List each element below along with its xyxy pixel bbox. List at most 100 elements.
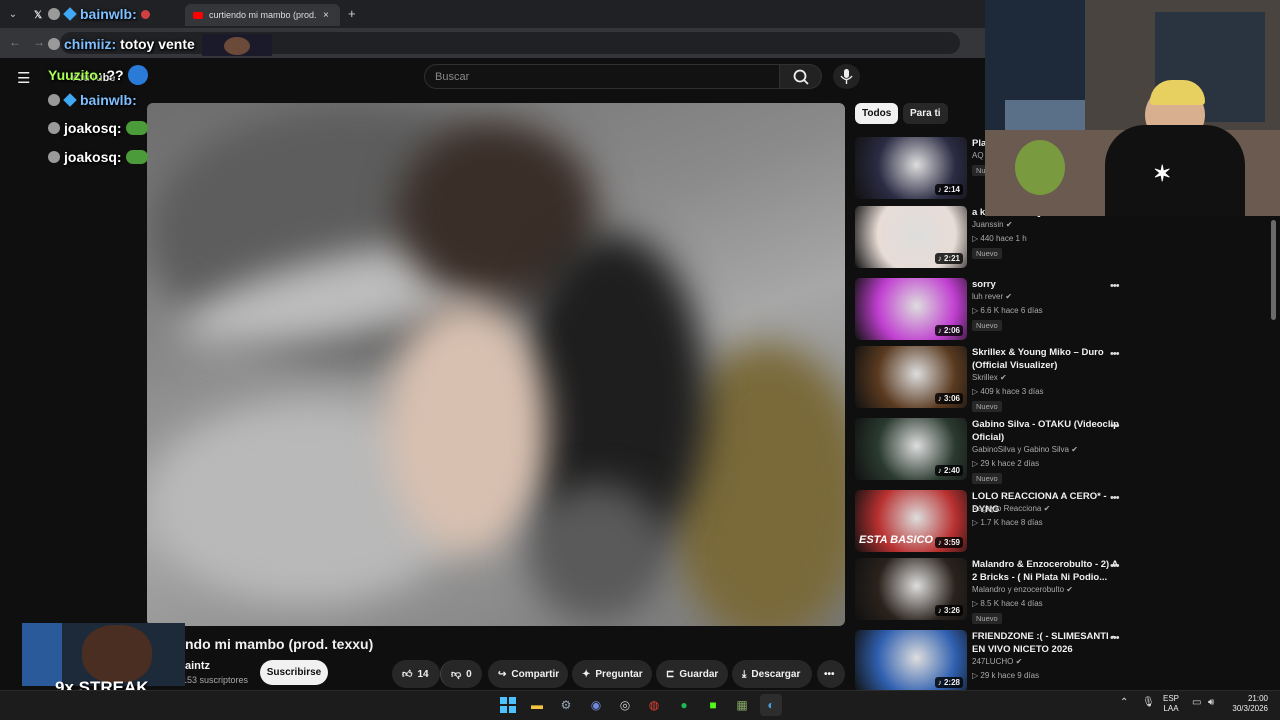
more-vertical-icon[interactable]: ••• <box>1110 492 1120 504</box>
video-thumbnail[interactable]: ♪ 3:06 <box>855 346 967 408</box>
chip-para-ti[interactable]: Para ti <box>903 103 948 124</box>
video-thumbnail[interactable]: ♪ 2:06 <box>855 278 967 340</box>
recommendation-item[interactable]: ESTA BASICO ♪ 3:59 LOLO REACCIONA A CERO… <box>855 490 1145 554</box>
save-button[interactable]: ⊏ Guardar <box>656 660 728 688</box>
start-icon[interactable] <box>497 694 519 716</box>
dislike-button[interactable]: 👎︎ 0 <box>440 660 482 688</box>
video-title: ndo mi mambo (prod. texxu) <box>185 636 374 652</box>
video-thumbnail[interactable]: ♪ 2:21 <box>855 206 967 268</box>
video-thumbnail[interactable]: ♪ 2:14 <box>855 137 967 199</box>
recommendation-meta: ▷ 1.7 K hace 8 días <box>972 518 1043 527</box>
clock[interactable]: 21:00 30/3/2026 <box>1228 694 1268 714</box>
recommendation-channel[interactable]: Juanssin ✔ <box>972 220 1013 229</box>
tab-youtube-video[interactable]: curtiendo mi mambo (prod. tex × <box>185 4 340 26</box>
pepe-emote-icon <box>125 121 148 135</box>
recommendation-title[interactable]: sorry <box>972 278 1124 291</box>
recommendation-item[interactable]: ♪ 2:40 Gabino Silva - OTAKU (Videoclip O… <box>855 418 1145 484</box>
kick-icon[interactable]: ■ <box>702 694 724 716</box>
steam-icon[interactable]: ⚙ <box>555 694 577 716</box>
sidebar-scrollbar[interactable] <box>1271 220 1276 320</box>
download-button[interactable]: ⤓ Descargar <box>732 660 812 688</box>
recommendation-channel[interactable]: 247LUCHO ✔ <box>972 657 1022 666</box>
chat-message: joakosq: <box>48 149 148 165</box>
cube-badge-icon <box>63 7 77 21</box>
new-badge: Nuevo <box>972 320 1002 331</box>
chip-todos[interactable]: Todos <box>855 103 899 124</box>
duration-badge: ♪ 2:21 <box>934 253 963 264</box>
forward-arrow-icon[interactable]: → <box>33 35 45 49</box>
share-button[interactable]: ↪ Compartir <box>488 660 568 688</box>
duration-badge: ♪ 3:26 <box>934 605 963 616</box>
video-thumbnail[interactable]: ♪ 2:28 <box>855 630 967 692</box>
discord-icon[interactable]: ◉ <box>585 694 607 716</box>
more-vertical-icon[interactable]: ••• <box>1110 280 1120 292</box>
recommendation-item[interactable]: ♪ 3:06 Skrillex & Young Miko – Duro (Off… <box>855 346 1145 412</box>
badge-icon <box>48 94 60 106</box>
more-horizontal-icon: ••• <box>824 668 835 680</box>
bookmark-icon: ⊏ <box>666 668 675 680</box>
subscribe-button[interactable]: Suscribirse <box>260 660 328 685</box>
more-vertical-icon[interactable]: ••• <box>1110 560 1120 572</box>
url-field[interactable] <box>60 32 960 54</box>
video-thumbnail[interactable]: ♪ 3:26 <box>855 558 967 620</box>
thumbs-up-icon: 👍︎ <box>402 669 413 680</box>
badge-icon <box>48 122 60 134</box>
chat-message: chimiiz: totoy vente <box>48 36 195 52</box>
recommendation-channel[interactable]: Rageylo Reacciona ✔ <box>972 504 1050 513</box>
video-thumbnail[interactable]: ESTA BASICO ♪ 3:59 <box>855 490 967 552</box>
more-vertical-icon[interactable]: ••• <box>1110 632 1120 644</box>
verified-icon: ✔ <box>1071 445 1078 454</box>
minecraft-icon[interactable]: ▦ <box>731 694 753 716</box>
voice-search-button[interactable] <box>833 64 860 89</box>
recommendation-item[interactable]: ♪ 2:06 sorry luh rever ✔ ▷ 6.6 K hace 6 … <box>855 278 1145 342</box>
x-logo-icon: 𝕏 <box>34 9 43 21</box>
microphone-tray-icon[interactable]: 🎙︎ <box>1142 697 1155 708</box>
new-tab-button[interactable]: + <box>348 6 356 21</box>
tab-title: curtiendo mi mambo (prod. tex <box>209 10 317 20</box>
windows-taskbar <box>0 690 1280 720</box>
recommendation-channel[interactable]: GabinoSilva y Gabino Silva ✔ <box>972 445 1078 454</box>
search-input[interactable]: Buscar <box>424 64 780 89</box>
globe-icon <box>127 65 148 85</box>
obs-icon[interactable]: ◎ <box>614 694 636 716</box>
recommendation-title[interactable]: Gabino Silva - OTAKU (Videoclip Oficial) <box>972 418 1124 444</box>
channel-name[interactable]: aintz <box>185 660 210 672</box>
video-player[interactable] <box>147 103 845 626</box>
browser-app-icon[interactable]: ◐ <box>760 694 782 716</box>
verified-icon: ✔ <box>1005 292 1013 301</box>
like-button[interactable]: 👍︎ 14 <box>392 660 440 688</box>
more-vertical-icon[interactable]: ••• <box>1110 348 1120 360</box>
subscriber-count: 153 suscriptores <box>182 675 249 685</box>
language-indicator[interactable]: ESP LAA <box>1160 694 1182 714</box>
search-button[interactable] <box>780 64 822 89</box>
recommendation-channel[interactable]: Skrillex ✔ <box>972 373 1007 382</box>
recommendation-title[interactable]: Skrillex & Young Miko – Duro (Official V… <box>972 346 1124 372</box>
spotify-icon[interactable]: ● <box>673 694 695 716</box>
tab-list-chevron-icon[interactable]: ⌄ <box>6 7 20 21</box>
secondary-webcam <box>22 623 185 686</box>
recommendation-item[interactable]: ♪ 3:26 Malandro & Enzocerobulto - 2) A 2… <box>855 558 1145 624</box>
chat-message: Yuuzito: ?? <box>48 65 148 85</box>
recommendation-title[interactable]: FRIENDZONE :( - SLIMESANTI - EN VIVO NIC… <box>972 630 1124 656</box>
recommendation-channel[interactable]: Malandro y enzocerobulto ✔ <box>972 585 1073 594</box>
cube-badge-icon <box>63 93 77 107</box>
recommendation-title[interactable]: Malandro & Enzocerobulto - 2) A 2 Bricks… <box>972 558 1124 584</box>
verified-icon: ✔ <box>1066 585 1073 594</box>
pepe-emote-icon <box>125 150 148 164</box>
more-actions-button[interactable]: ••• <box>817 660 845 688</box>
close-icon[interactable]: × <box>323 10 329 21</box>
chrome-icon[interactable]: ◍ <box>643 694 665 716</box>
ask-button[interactable]: ✦ Preguntar <box>572 660 652 688</box>
volume-icon[interactable]: 🔊︎ <box>1208 697 1214 708</box>
recommendation-item[interactable]: ♪ 2:28 FRIENDZONE :( - SLIMESANTI - EN V… <box>855 630 1145 694</box>
chevron-up-icon[interactable]: ⌃ <box>1120 697 1128 708</box>
back-arrow-icon[interactable]: ← <box>9 35 21 49</box>
video-thumbnail[interactable]: ♪ 2:40 <box>855 418 967 480</box>
more-vertical-icon[interactable]: ••• <box>1110 420 1120 432</box>
network-icon[interactable]: ▭ <box>1192 697 1201 708</box>
duration-badge: ♪ 3:59 <box>934 537 963 548</box>
menu-icon[interactable]: ☰ <box>17 69 30 87</box>
file-explorer-icon[interactable]: ▬ <box>526 694 548 716</box>
recommendation-meta: ▷ 8.5 K hace 4 días <box>972 599 1043 608</box>
recommendation-channel[interactable]: luh rever ✔ <box>972 292 1012 301</box>
